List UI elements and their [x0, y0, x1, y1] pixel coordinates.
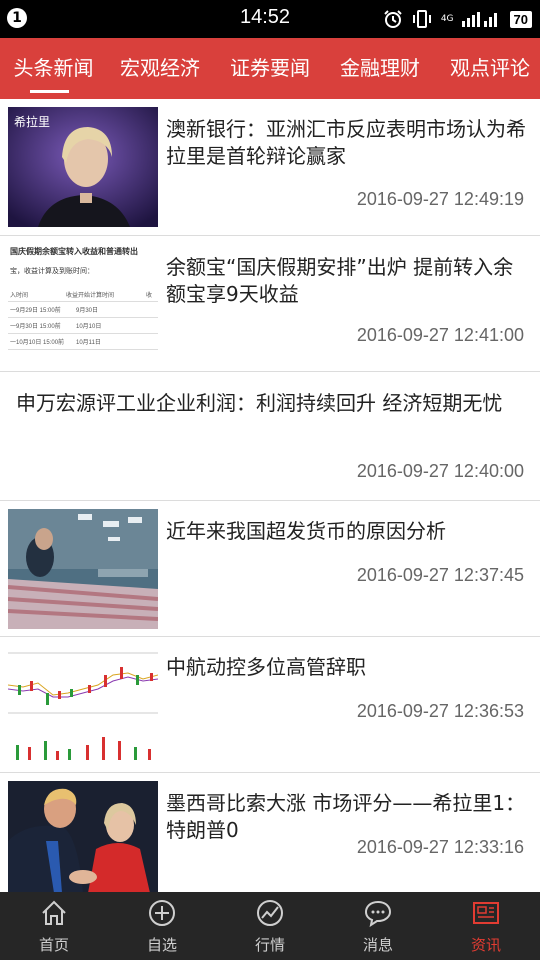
news-icon	[473, 902, 499, 924]
handshake-image	[8, 781, 158, 892]
notification-badge: 1	[7, 8, 27, 28]
network-type: 4G	[440, 14, 454, 24]
tab-opinion[interactable]: 观点评论	[435, 38, 540, 99]
nav-market[interactable]: 行情	[216, 892, 324, 960]
nav-label: 首页	[38, 936, 69, 954]
news-item[interactable]: 中航动控多位高管辞职 2016-09-27 12:36:53	[0, 637, 540, 773]
news-item[interactable]: 墨西哥比索大涨 市场评分——希拉里1：特朗普0 2016-09-27 12:33…	[0, 773, 540, 892]
news-title: 余额宝“国庆假期安排”出炉 提前转入余额宝享9天收益	[166, 255, 514, 306]
table-header: 收	[146, 293, 153, 299]
tab-headlines[interactable]: 头条新闻	[0, 38, 105, 99]
news-title: 近年来我国超发货币的原因分析	[166, 519, 446, 543]
news-item[interactable]: 希拉里 澳新银行：亚洲汇市反应表明市场认为希拉里是首轮辩论赢家 2016-09-…	[0, 99, 540, 236]
table-cell: 9月30日	[76, 308, 99, 314]
bottom-nav: 首页 自选 行情 消息 资讯	[0, 892, 540, 960]
news-title: 澳新银行：亚洲汇市反应表明市场认为希拉里是首轮辩论赢家	[166, 117, 526, 168]
status-icons: 4G 70	[383, 8, 532, 30]
battery-icon: 70	[509, 10, 532, 28]
news-item[interactable]: 申万宏源评工业企业利润：利润持续回升 经济短期无忧 2016-09-27 12:…	[0, 372, 540, 501]
news-thumbnail: 希拉里	[8, 107, 158, 227]
news-time: 2016-09-27 12:37:45	[356, 565, 524, 585]
news-title: 墨西哥比索大涨 市场评分——希拉里1：特朗普0	[166, 791, 526, 842]
thumbnail-caption: 希拉里	[14, 115, 51, 129]
tab-finance[interactable]: 金融理财	[325, 38, 435, 99]
table-cell: 一10月10日 15:00前	[10, 340, 65, 346]
vibrate-icon	[412, 10, 431, 28]
news-thumbnail: 国庆假期余额宝转入收益和普通转出 宝，收益计算及到账时间： 入时间 收益开始计算…	[8, 244, 158, 364]
category-tab-bar: 头条新闻 宏观经济 证券要闻 金融理财 观点评论	[0, 38, 540, 99]
plus-circle-icon	[149, 900, 175, 926]
table-cell: 一9月29日 15:00前	[10, 308, 61, 314]
nav-label: 自选	[146, 936, 177, 954]
table-header: 入时间	[10, 293, 29, 299]
news-title: 中航动控多位高管辞职	[166, 655, 366, 679]
news-item[interactable]: 近年来我国超发货币的原因分析 2016-09-27 12:37:45	[0, 501, 540, 637]
signal-icon	[461, 12, 497, 27]
home-icon	[42, 900, 66, 925]
news-item[interactable]: 国庆假期余额宝转入收益和普通转出 宝，收益计算及到账时间： 入时间 收益开始计算…	[0, 236, 540, 372]
news-time: 2016-09-27 12:49:19	[356, 189, 524, 209]
nav-label: 行情	[254, 936, 285, 954]
tab-securities-news[interactable]: 证券要闻	[215, 38, 325, 99]
news-title: 申万宏源评工业企业利润：利润持续回升 经济短期无忧	[16, 391, 503, 415]
news-thumbnail	[8, 509, 158, 629]
news-time: 2016-09-27 12:40:00	[356, 461, 524, 481]
message-icon	[364, 900, 392, 928]
news-time: 2016-09-27 12:36:53	[356, 701, 524, 721]
status-bar: 1 14:52 4G 70	[0, 0, 540, 38]
money-printing-image	[8, 509, 158, 629]
nav-label: 资讯	[470, 936, 501, 954]
nav-label: 消息	[362, 936, 393, 954]
news-thumbnail	[8, 781, 158, 892]
table-header: 收益开始计算时间	[66, 293, 115, 299]
news-time: 2016-09-27 12:33:16	[356, 837, 524, 857]
nav-watchlist[interactable]: 自选	[108, 892, 216, 960]
alarm-icon	[384, 10, 402, 28]
news-list: 希拉里 澳新银行：亚洲汇市反应表明市场认为希拉里是首轮辩论赢家 2016-09-…	[0, 99, 540, 892]
app-screen: 1 14:52 4G 70 头条新闻 宏观经济 证券要闻 金融理财 观点评论 希…	[0, 0, 540, 960]
stock-chart-image	[8, 645, 158, 765]
trend-icon	[257, 900, 283, 926]
nav-news[interactable]: 资讯	[432, 892, 540, 960]
nav-home[interactable]: 首页	[0, 892, 108, 960]
tab-macro-economy[interactable]: 宏观经济	[105, 38, 215, 99]
thumbnail-table: 入时间 收益开始计算时间 收 一9月29日 15:00前 9月30日 一9月30…	[8, 288, 158, 350]
news-thumbnail	[8, 645, 158, 765]
nav-messages[interactable]: 消息	[324, 892, 432, 960]
thumbnail-subheading: 宝，收益计算及到账时间：	[10, 268, 94, 275]
table-cell: 一9月30日 15:00前	[10, 324, 61, 330]
news-time: 2016-09-27 12:41:00	[356, 325, 524, 345]
table-cell: 10月11日	[76, 340, 101, 346]
thumbnail-heading: 国庆假期余额宝转入收益和普通转出	[10, 247, 138, 256]
status-time: 14:52	[240, 6, 291, 28]
table-cell: 10月10日	[76, 324, 102, 330]
